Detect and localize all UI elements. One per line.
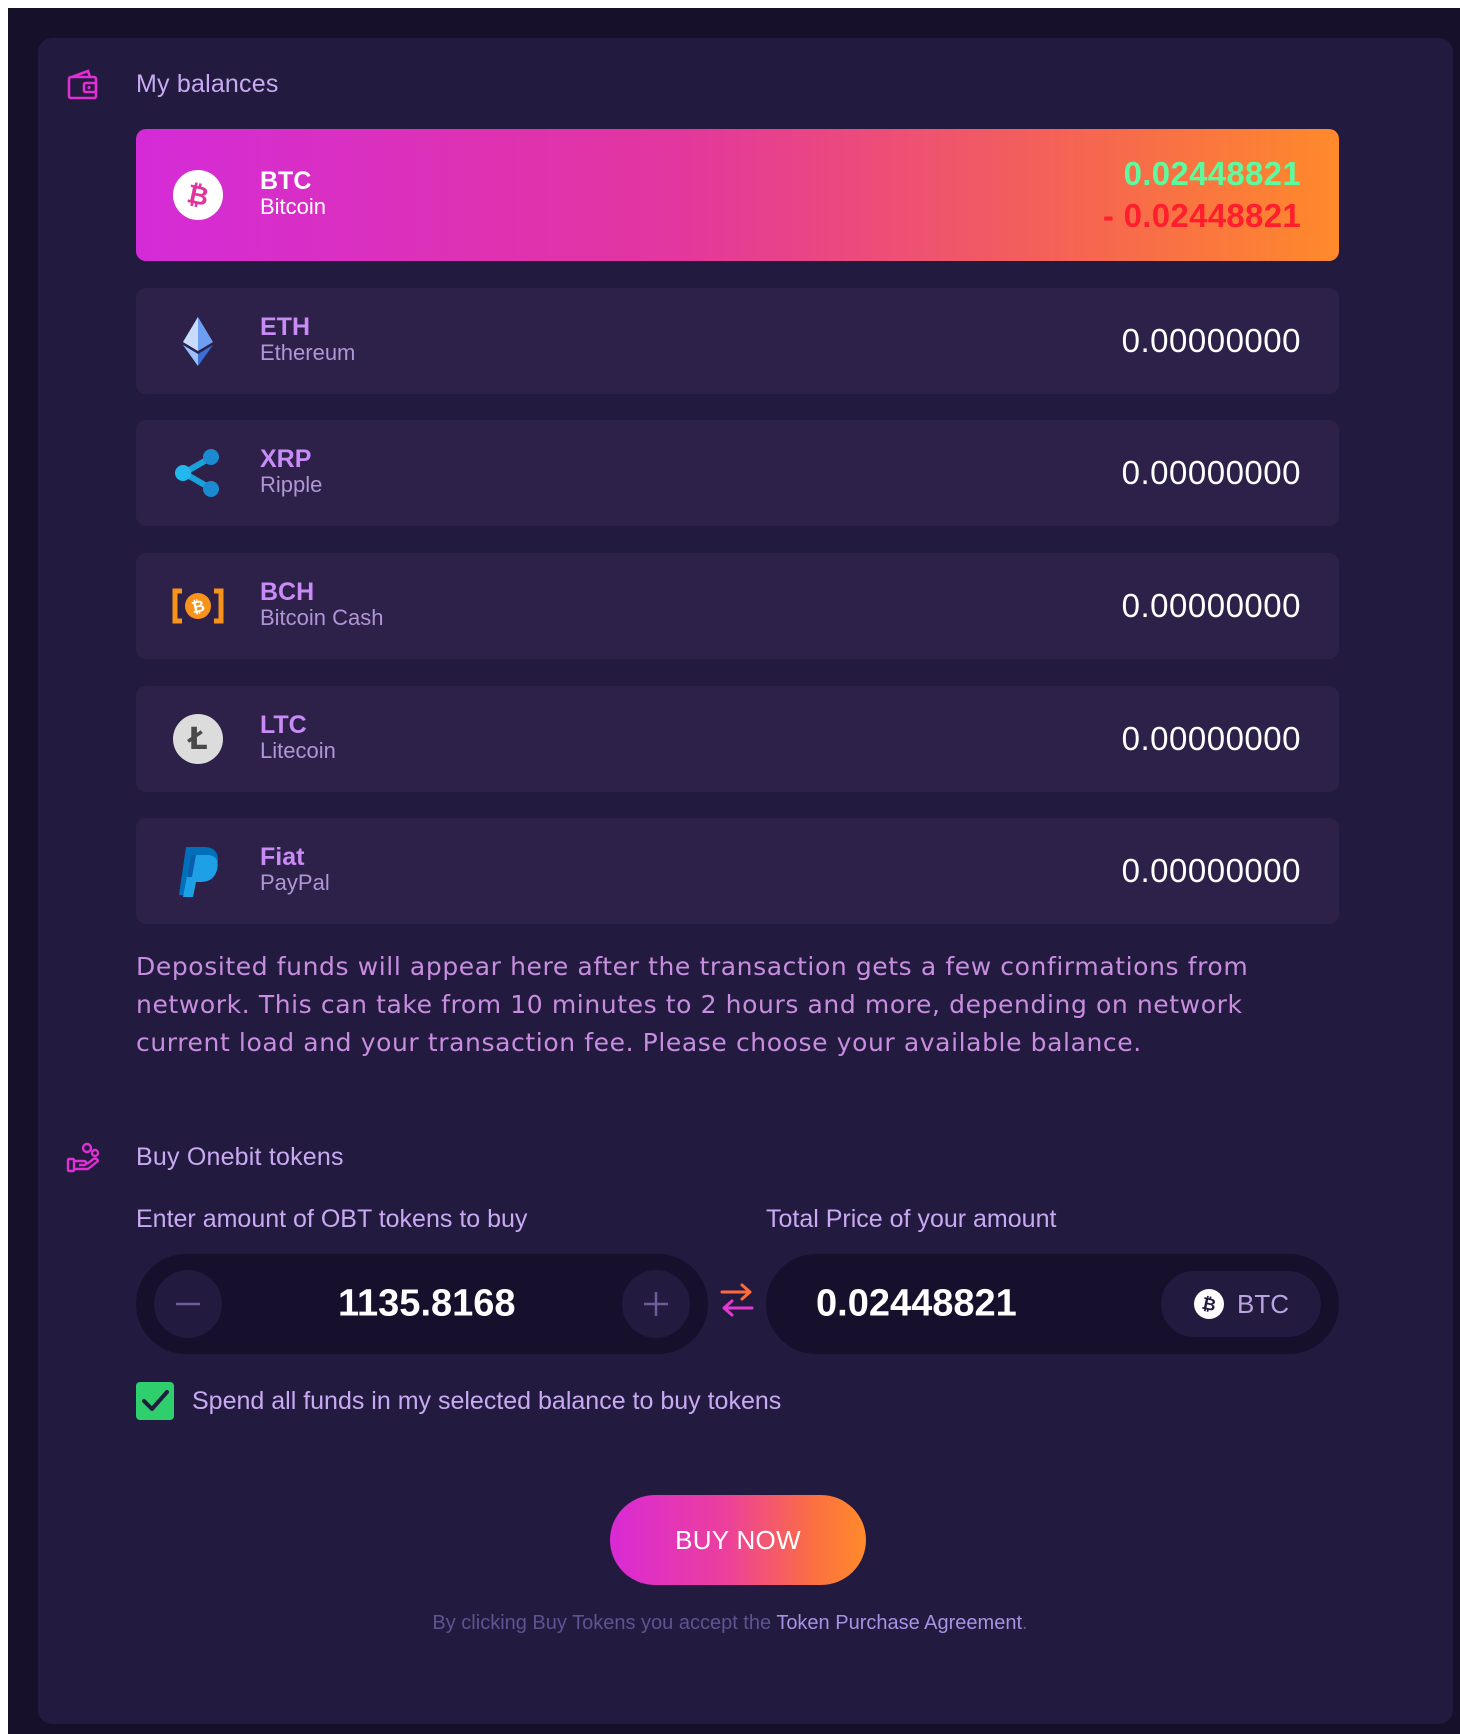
currency-selector[interactable]: ₿ BTC [1161,1271,1321,1337]
agreement-suffix: . [1022,1612,1028,1634]
fiat-balance-amount: 0.00000000 [1121,852,1301,889]
balance-row-bch[interactable]: ₿ BCH Bitcoin Cash 0.00000000 [136,553,1339,659]
increment-button[interactable] [622,1270,690,1338]
litecoin-icon: Ł [173,714,223,764]
coin-text: BCH Bitcoin Cash [260,579,384,631]
hand-coins-icon [66,1142,100,1173]
plus-icon [644,1292,668,1316]
coin-symbol: ETH [260,312,310,341]
coin-name: Litecoin [260,737,336,763]
ethereum-icon [183,317,213,366]
balance-row-fiat[interactable]: Fiat PayPal 0.00000000 [136,818,1339,924]
balance-row-ltc[interactable]: Ł LTC Litecoin 0.00000000 [136,686,1339,792]
coin-symbol: BTC [260,166,312,195]
coin-text: ETH Ethereum [260,314,355,366]
bitcoin-icon: ₿ [173,170,223,220]
checkmark-icon [142,1390,169,1411]
buy-now-button[interactable]: BUY NOW [610,1495,866,1585]
price-output-group: 0.02448821 ₿ BTC [766,1254,1339,1354]
coin-name: Bitcoin [260,193,327,219]
coin-symbol: BCH [260,577,315,606]
xrp-balance-amount: 0.00000000 [1121,454,1301,491]
token-purchase-agreement-link[interactable]: Token Purchase Agreement [776,1612,1022,1634]
minus-icon [176,1302,200,1306]
amount-input-group: 1135.8168 [136,1254,708,1354]
balance-row-btc[interactable]: ₿ BTC Bitcoin 0.02448821 - 0.02448821 [136,129,1339,261]
coin-text: XRP Ripple [260,446,322,498]
coin-symbol: Fiat [260,842,305,871]
decrement-button[interactable] [154,1270,222,1338]
bitcoin-icon: ₿ [1194,1289,1224,1319]
spend-all-checkbox[interactable] [136,1382,174,1420]
swap-arrows-icon [720,1283,754,1317]
ltc-balance-amount: 0.00000000 [1121,720,1301,757]
coin-name: PayPal [260,869,330,895]
total-price-value: 0.02448821 [816,1282,1017,1325]
eth-balance-amount: 0.00000000 [1121,322,1301,359]
balance-row-xrp[interactable]: XRP Ripple 0.00000000 [136,420,1339,526]
coin-text: LTC Litecoin [260,712,336,764]
token-amount-input[interactable]: 1135.8168 [338,1283,516,1326]
currency-label: BTC [1237,1288,1289,1319]
bch-balance-amount: 0.00000000 [1121,587,1301,624]
btc-spend-amount: - 0.02448821 [1102,197,1301,234]
agreement-text: By clicking Buy Tokens you accept the To… [0,1612,1460,1635]
balances-title: My balances [136,70,279,98]
coin-text: BTC Bitcoin [260,168,326,220]
spend-all-label[interactable]: Spend all funds in my selected balance t… [192,1382,781,1420]
wallet-icon [67,69,98,100]
balance-row-eth[interactable]: ETH Ethereum 0.00000000 [136,288,1339,394]
btc-balance-amount: 0.02448821 [1123,155,1301,192]
paypal-icon [179,847,218,897]
coin-text: Fiat PayPal [260,844,330,896]
agreement-prefix: By clicking Buy Tokens you accept the [432,1612,772,1634]
coin-name: Ethereum [260,339,356,365]
buy-title: Buy Onebit tokens [136,1143,344,1171]
amount-label: Enter amount of OBT tokens to buy [136,1205,528,1233]
price-label: Total Price of your amount [766,1205,1057,1233]
coin-symbol: XRP [260,444,312,473]
svg-text:Ł: Ł [186,722,207,757]
coin-name: Ripple [260,471,323,497]
coin-name: Bitcoin Cash [260,604,384,630]
ripple-icon [175,449,219,497]
coin-symbol: LTC [260,710,307,739]
bitcoin-cash-icon: ₿ [172,588,224,624]
deposit-note: Deposited funds will appear here after t… [136,952,1249,1057]
